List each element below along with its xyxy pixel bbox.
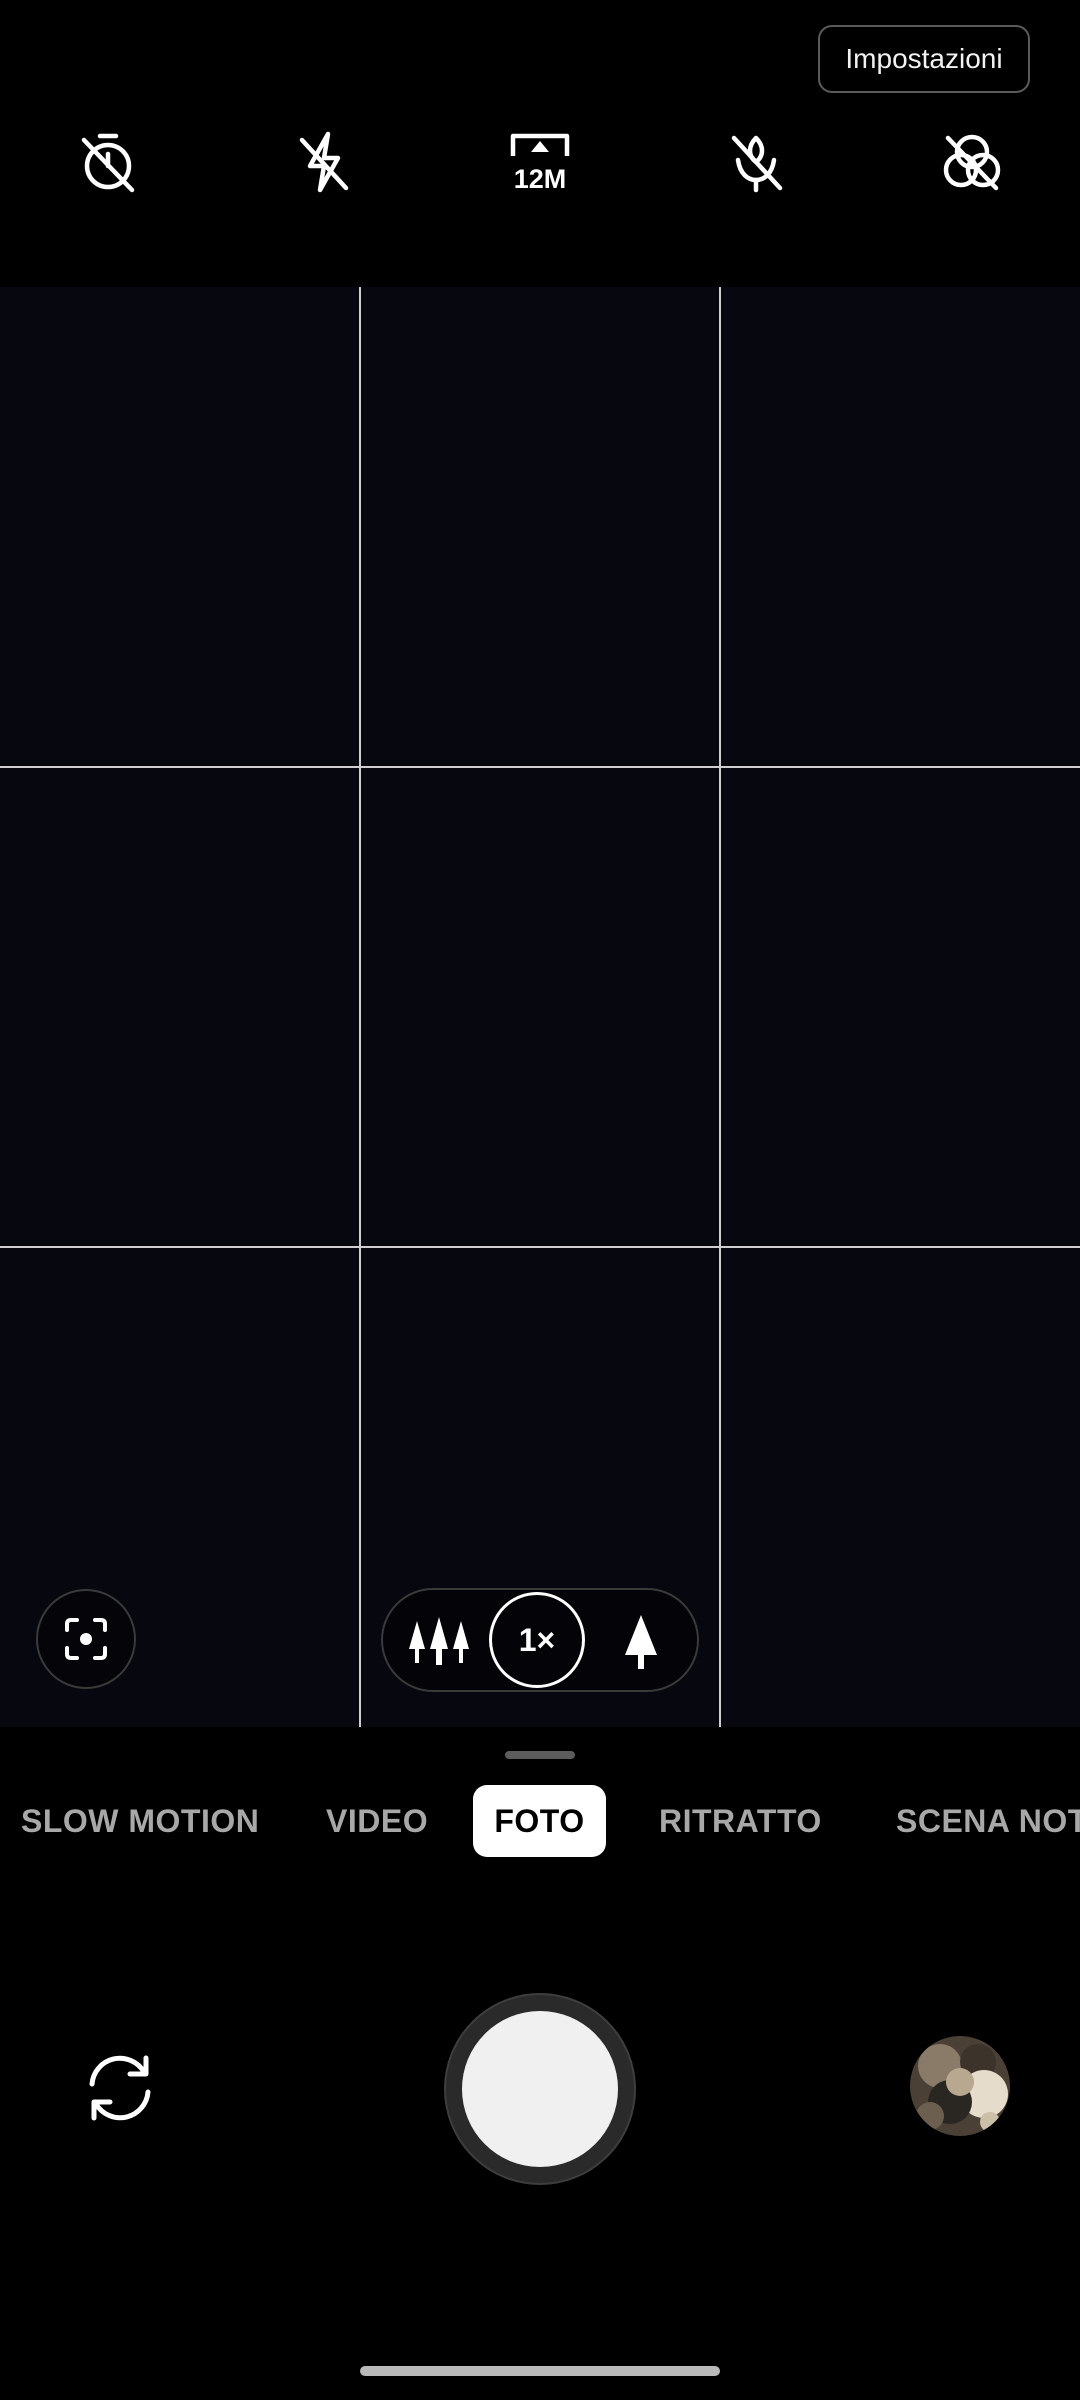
mode-video[interactable]: VIDEO [326,1785,428,1857]
flash-off-icon[interactable] [282,120,366,204]
timer-off-icon[interactable] [66,120,150,204]
zoom-1x-button[interactable]: 1× [489,1592,585,1688]
camera-mode-selector: SLOW MOTION VIDEO FOTO RITRATTO SCENA NO… [0,1785,1080,1857]
zoom-selector: 1× [381,1588,699,1692]
telephoto-zoom-button[interactable] [605,1606,677,1678]
shutter-button[interactable] [444,1993,636,2185]
last-photo-image [910,2036,1010,2136]
tree-icon [625,1615,657,1669]
gallery-thumbnail[interactable] [910,2036,1010,2136]
shutter-inner [462,2011,618,2167]
resolution-icon[interactable]: 12M [498,120,582,204]
grid-line [0,1246,1080,1248]
resolution-label: 12M [514,164,567,194]
trees-icon [409,1617,469,1665]
grid-line [0,766,1080,768]
mode-scena-notturna[interactable]: SCENA NOTTURNA [896,1785,1080,1857]
wide-angle-zoom-button[interactable] [403,1606,475,1678]
top-controls-bar: 12M [0,120,1080,204]
grid-line [359,287,361,1727]
settings-button[interactable]: Impostazioni [818,25,1030,93]
mode-drawer-handle[interactable] [505,1751,575,1759]
switch-camera-button[interactable] [76,2044,164,2132]
macro-off-icon[interactable] [714,120,798,204]
mode-ritratto[interactable]: RITRATTO [659,1785,822,1857]
filter-off-icon[interactable] [930,120,1014,204]
focus-mode-button[interactable] [36,1589,136,1689]
home-indicator[interactable] [360,2366,720,2376]
rotate-camera-icon [89,2055,151,2121]
focus-icon [65,1618,107,1660]
grid-line [719,287,721,1727]
mode-slow-motion[interactable]: SLOW MOTION [21,1785,259,1857]
mode-foto[interactable]: FOTO [473,1785,606,1857]
camera-viewfinder[interactable] [0,287,1080,1727]
